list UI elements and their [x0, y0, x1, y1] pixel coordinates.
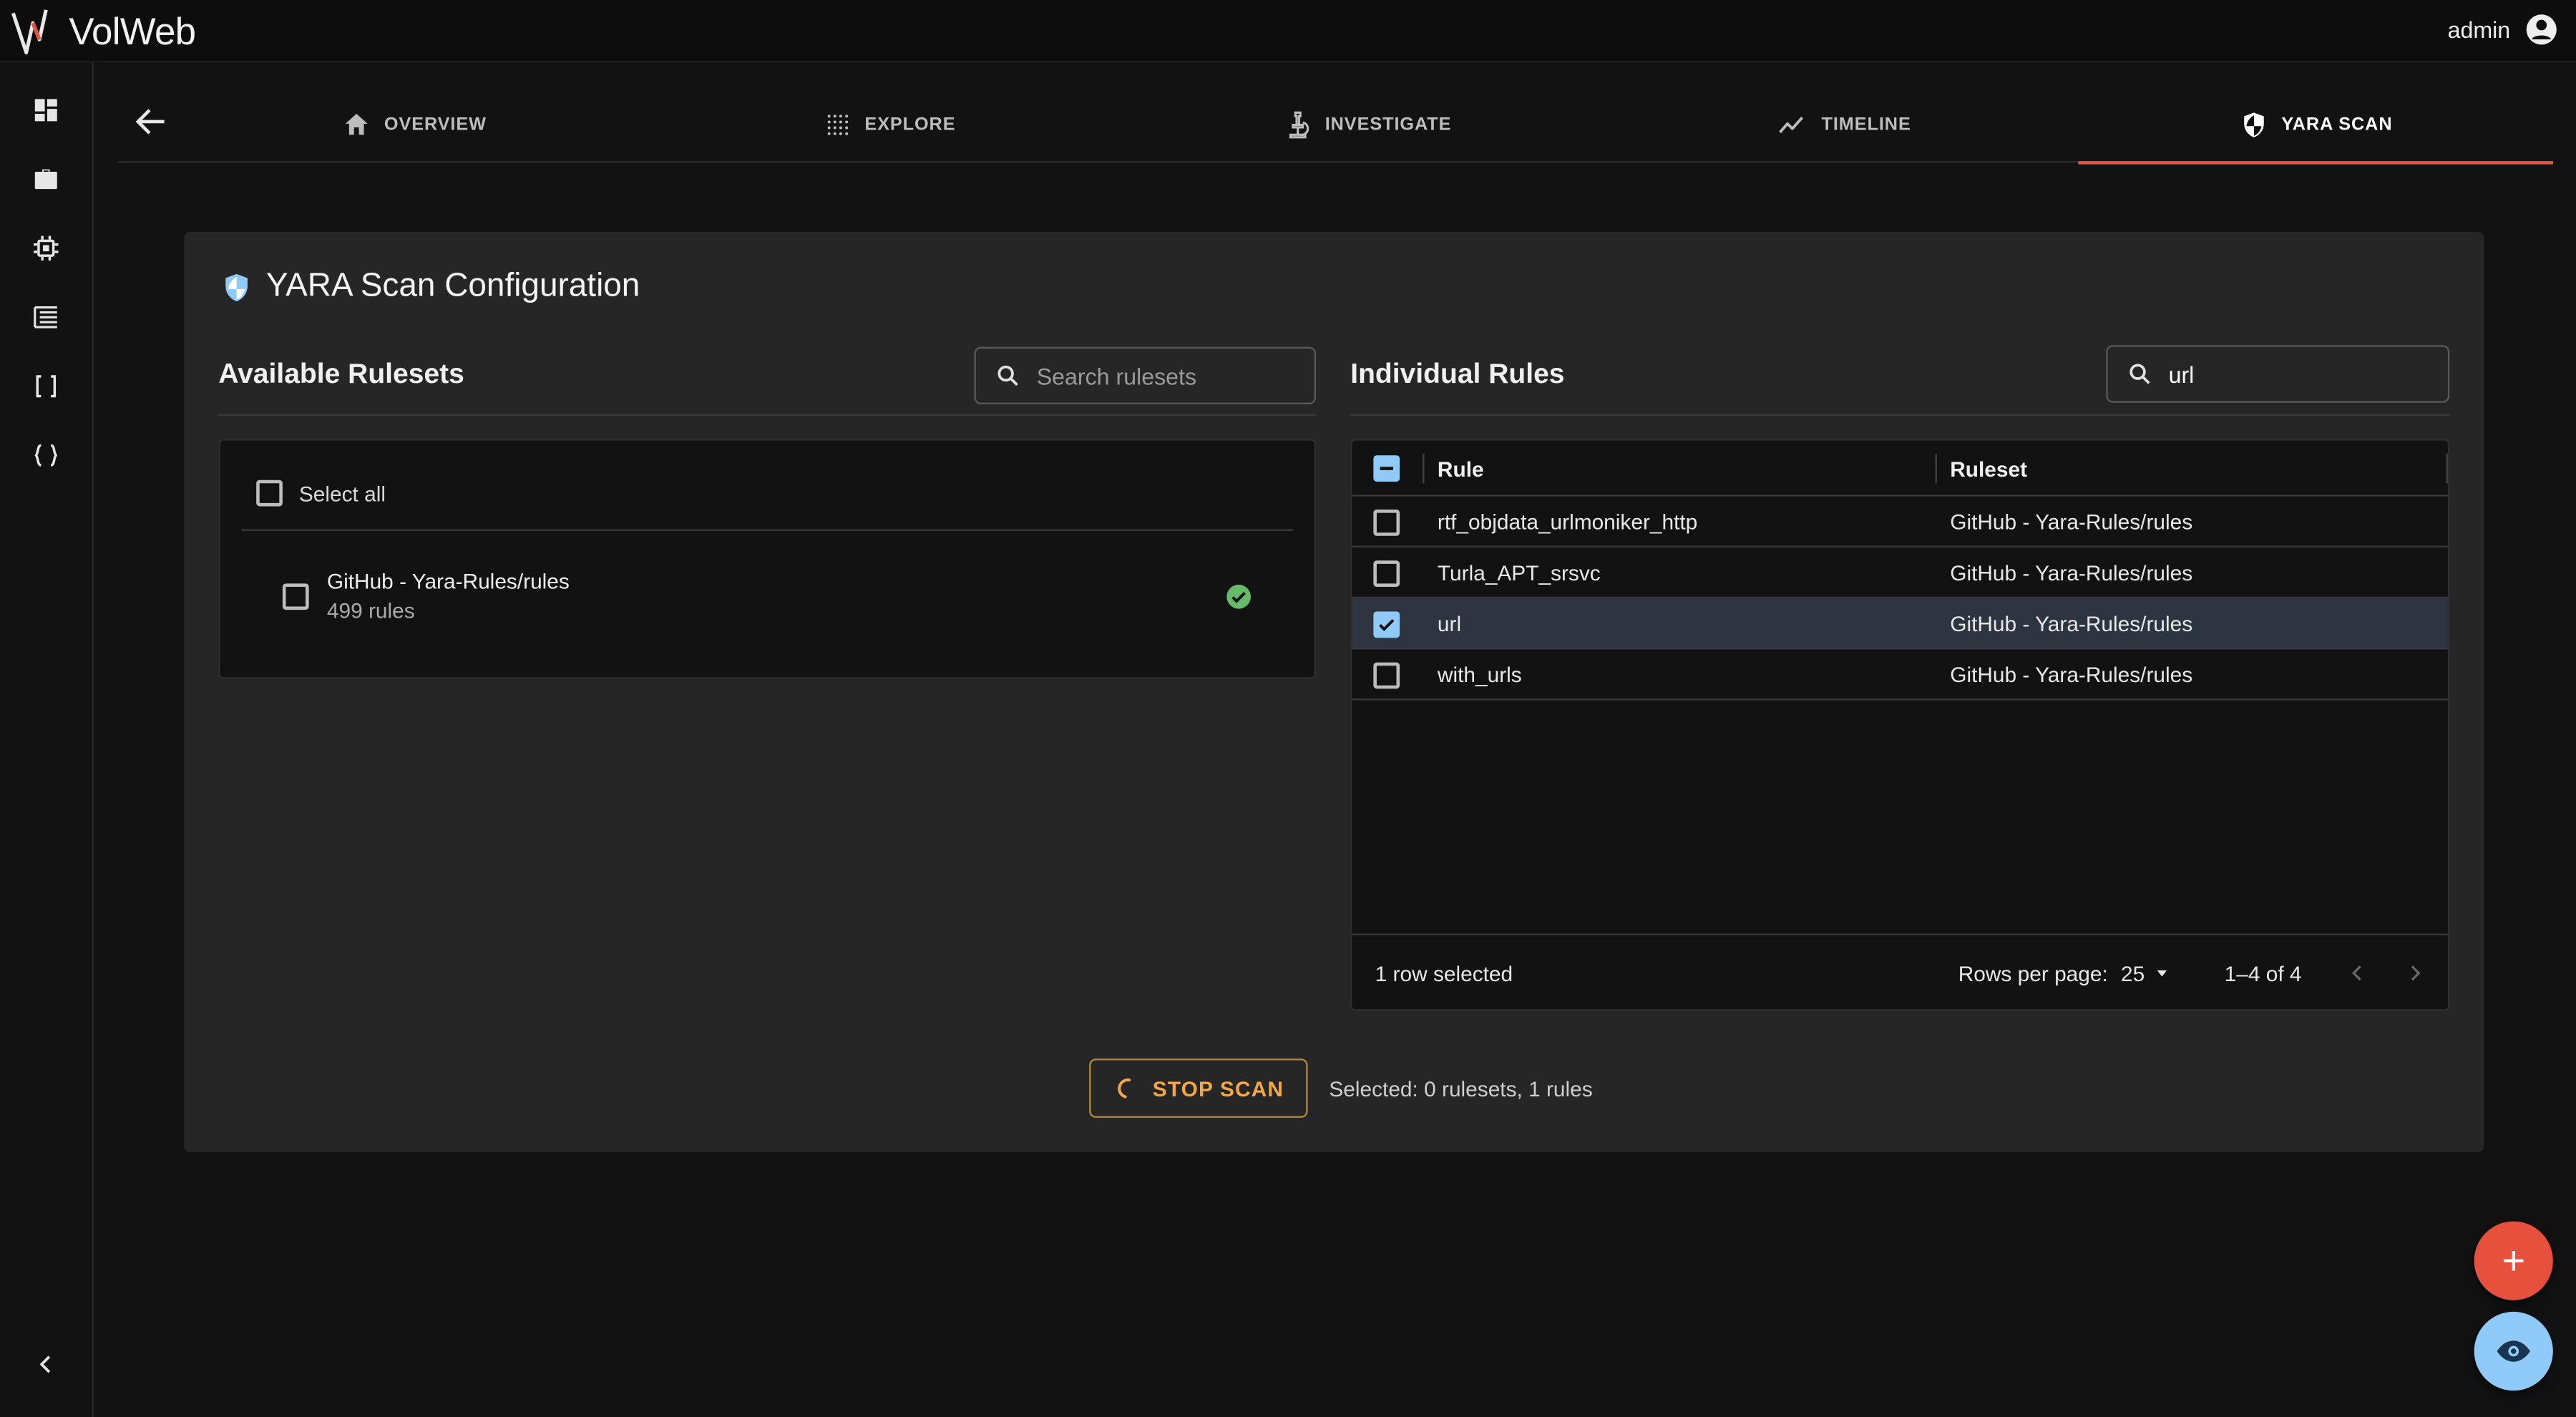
search-icon — [2129, 364, 2150, 384]
column-header-rule[interactable]: Rule — [1438, 441, 1484, 497]
column-separator — [1423, 453, 1425, 484]
ruleset-count: 499 rules — [326, 598, 415, 623]
rows-per-page-value: 25 — [2121, 960, 2145, 985]
ruleset-item[interactable]: GitHub - Yara-Rules/rules 499 rules — [282, 568, 1272, 628]
tab-label: INVESTIGATE — [1324, 114, 1452, 135]
select-all-label: Select all — [298, 480, 386, 506]
select-all-divider — [241, 529, 1293, 531]
shield-icon — [2243, 112, 2264, 137]
rule-cell: with_urls — [1437, 662, 1522, 688]
rule-cell: url — [1437, 611, 1462, 636]
stop-scan-label: STOP SCAN — [1152, 1076, 1284, 1101]
app-name: VolWeb — [69, 9, 196, 52]
column-separator — [2446, 453, 2448, 484]
app-logo[interactable]: VolWeb — [10, 4, 196, 59]
selected-count: 1 row selected — [1375, 960, 1513, 985]
side-nav — [0, 62, 94, 1417]
view-fab-button[interactable] — [2474, 1311, 2553, 1391]
ruleset-checkbox[interactable] — [282, 583, 309, 610]
check-circle-icon — [1226, 584, 1251, 609]
briefcase-icon[interactable] — [28, 161, 64, 198]
plus-icon — [2503, 1250, 2524, 1271]
chevron-left-icon[interactable] — [28, 1346, 64, 1383]
back-arrow-icon[interactable] — [132, 102, 171, 141]
ruleset-name: GitHub - Yara-Rules/rules — [326, 568, 570, 594]
ruleset-cell: GitHub - Yara-Rules/rules — [1950, 611, 2193, 636]
tab-label: EXPLORE — [864, 114, 956, 135]
shield-icon — [225, 273, 248, 301]
rulesets-title: Available Rulesets — [218, 358, 464, 390]
grid-dots-icon — [828, 114, 849, 135]
rules-title: Individual Rules — [1350, 358, 1565, 390]
row-checkbox[interactable] — [1373, 560, 1400, 587]
rulesets-divider — [218, 414, 1317, 417]
stop-scan-button[interactable]: STOP SCAN — [1089, 1058, 1308, 1118]
row-checkbox[interactable] — [1373, 510, 1400, 536]
selection-summary: Selected: 0 rulesets, 1 rules — [1329, 1076, 1593, 1101]
rule-search-input[interactable] — [2168, 361, 2431, 387]
user-menu[interactable]: admin — [2448, 0, 2560, 59]
column-separator — [1935, 453, 1937, 484]
row-checkbox[interactable] — [1373, 662, 1400, 689]
user-name: admin — [2447, 16, 2511, 43]
eye-icon — [2497, 1340, 2530, 1362]
tab-explore[interactable]: EXPLORE — [660, 85, 1121, 162]
rule-search[interactable] — [2106, 345, 2450, 403]
select-all-rules-checkbox[interactable] — [1373, 455, 1400, 482]
tab-label: OVERVIEW — [384, 114, 487, 135]
tab-overview[interactable]: OVERVIEW — [184, 85, 644, 162]
select-all-row[interactable]: Select all — [256, 479, 386, 507]
select-all-checkbox[interactable] — [256, 479, 283, 507]
rules-divider — [1350, 414, 2450, 417]
brackets-icon[interactable] — [28, 369, 64, 405]
tab-label: YARA SCAN — [2281, 114, 2393, 135]
table-row[interactable]: url GitHub - Yara-Rules/rules — [1352, 598, 2448, 650]
account-circle-icon[interactable] — [2524, 11, 2560, 48]
ruleset-search-input[interactable] — [1036, 362, 1300, 389]
table-pagination: 1 row selected Rows per page: 25 1–4 of … — [1352, 933, 2448, 1011]
tab-timeline[interactable]: TIMELINE — [1614, 85, 2074, 162]
home-icon — [345, 112, 368, 135]
tab-investigate[interactable]: INVESTIGATE — [1137, 85, 1597, 162]
volweb-logo-icon — [11, 9, 48, 55]
ruleset-cell: GitHub - Yara-Rules/rules — [1950, 662, 2193, 688]
table-icon[interactable] — [28, 299, 64, 336]
rules-table: Rule Ruleset rtf_objdata_urlmoniker_http… — [1350, 439, 2450, 1011]
card-title-text: YARA Scan Configuration — [265, 268, 640, 304]
yara-config-card: YARA Scan Configuration Available Rulese… — [184, 231, 2484, 1153]
row-checkbox[interactable] — [1373, 611, 1400, 638]
rules-table-header: Rule Ruleset — [1352, 441, 2448, 497]
caret-down-icon — [2157, 970, 2168, 977]
tab-yara-scan[interactable]: YARA SCAN — [2078, 85, 2553, 165]
tab-label: TIMELINE — [1821, 114, 1911, 135]
rows-per-page-label: Rows per page: — [1958, 960, 2108, 985]
pagination-range: 1–4 of 4 — [2224, 960, 2302, 985]
rule-cell: rtf_objdata_urlmoniker_http — [1437, 510, 1698, 535]
ruleset-cell: GitHub - Yara-Rules/rules — [1950, 560, 2193, 585]
microscope-icon — [1288, 110, 1309, 138]
card-title: YARA Scan Configuration — [220, 268, 640, 306]
column-header-ruleset[interactable]: Ruleset — [1950, 441, 2027, 497]
main-tabs: OVERVIEW EXPLORE INVESTIGATE TIMELINE YA… — [118, 85, 2553, 165]
table-row[interactable]: with_urls GitHub - Yara-Rules/rules — [1352, 649, 2448, 701]
rulesets-list: Select all GitHub - Yara-Rules/rules 499… — [218, 439, 1317, 679]
dashboard-icon[interactable] — [28, 92, 64, 129]
chip-icon[interactable] — [28, 230, 64, 267]
table-row[interactable]: Turla_APT_srsvc GitHub - Yara-Rules/rule… — [1352, 547, 2448, 599]
next-page-icon[interactable] — [2404, 935, 2426, 1011]
active-tab-indicator — [2078, 161, 2553, 165]
braces-icon[interactable] — [28, 437, 64, 474]
prev-page-icon[interactable] — [2346, 935, 2369, 1011]
ruleset-cell: GitHub - Yara-Rules/rules — [1950, 510, 2193, 535]
rule-cell: Turla_APT_srsvc — [1437, 560, 1601, 585]
timeline-icon — [1778, 115, 1803, 132]
rows-per-page-select[interactable]: 25 — [2121, 935, 2171, 1011]
spinner-icon — [1117, 1078, 1131, 1099]
search-icon — [997, 365, 1018, 386]
add-fab-button[interactable] — [2474, 1221, 2553, 1300]
table-row[interactable]: rtf_objdata_urlmoniker_http GitHub - Yar… — [1352, 497, 2448, 547]
app-bar: VolWeb admin — [0, 0, 2576, 63]
ruleset-search[interactable] — [974, 346, 1317, 405]
